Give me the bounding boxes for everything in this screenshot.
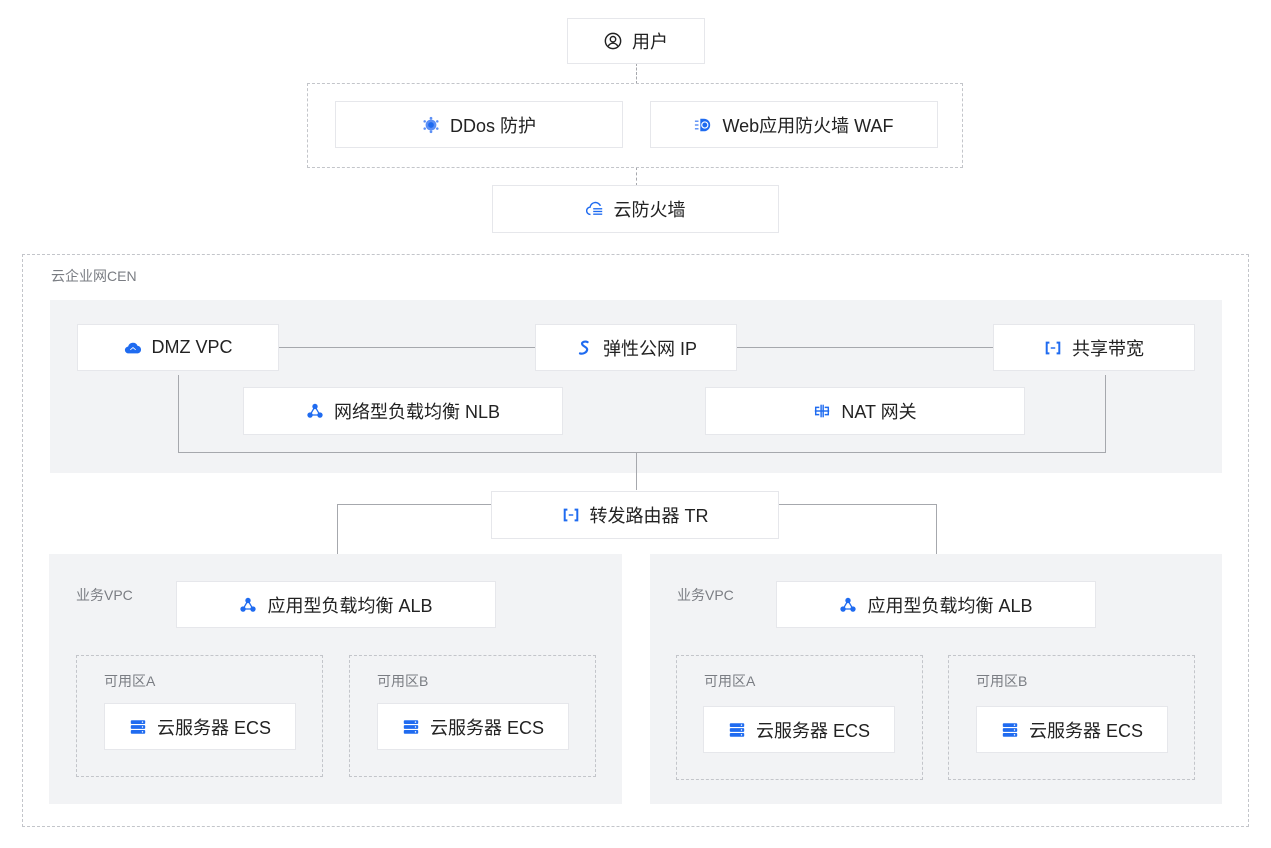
connector-dmz-down — [178, 375, 179, 452]
connector-user-protection — [636, 63, 637, 84]
load-balancer-icon — [239, 596, 257, 614]
connector-tr-right — [936, 504, 937, 555]
waf-icon — [694, 116, 712, 134]
bandwidth-label: 共享带宽 — [1072, 338, 1144, 359]
server-icon — [129, 718, 147, 736]
tr-node[interactable]: 转发路由器 TR — [491, 491, 779, 539]
server-icon — [402, 718, 420, 736]
zone-b-1-title: 可用区B — [377, 673, 429, 689]
connector-dmz-bus — [178, 452, 1106, 453]
connector-eip-bandwidth — [736, 347, 993, 348]
ecs-label: 云服务器 ECS — [1028, 720, 1143, 741]
zone-a-2-title: 可用区A — [704, 673, 756, 689]
bracket-icon — [562, 506, 580, 524]
user-label: 用户 — [632, 32, 668, 52]
alb-node-2[interactable]: 应用型负载均衡 ALB — [776, 581, 1096, 628]
connector-protection-firewall — [636, 167, 637, 186]
eip-icon — [575, 339, 593, 357]
nlb-node[interactable]: 网络型负载均衡 NLB — [243, 387, 563, 435]
connector-bandwidth-down — [1105, 375, 1106, 452]
ecs-node[interactable]: 云服务器 ECS — [377, 703, 569, 750]
ecs-label: 云服务器 ECS — [755, 720, 870, 741]
connector-bus-tr — [636, 452, 637, 490]
ddos-label: DDos 防护 — [449, 115, 536, 136]
nat-node[interactable]: NAT 网关 — [705, 387, 1025, 435]
business-vpc-2-title: 业务VPC — [677, 587, 734, 603]
alb-label: 应用型负载均衡 ALB — [867, 595, 1033, 616]
zone-b-2-title: 可用区B — [976, 673, 1028, 689]
server-icon — [1001, 721, 1019, 739]
ecs-node[interactable]: 云服务器 ECS — [703, 706, 895, 753]
zone-a-1-title: 可用区A — [104, 673, 156, 689]
connector-tr-left — [337, 504, 338, 555]
waf-node[interactable]: Web应用防火墙 WAF — [650, 101, 938, 148]
ecs-label: 云服务器 ECS — [429, 717, 544, 738]
alb-node-1[interactable]: 应用型负载均衡 ALB — [176, 581, 496, 628]
cloud-vpc-icon — [124, 339, 142, 357]
cloud-firewall-label: 云防火墙 — [613, 200, 686, 220]
nat-label: NAT 网关 — [841, 402, 917, 422]
nlb-label: 网络型负载均衡 NLB — [333, 402, 501, 422]
business-vpc-1-title: 业务VPC — [76, 587, 133, 603]
server-icon — [728, 721, 746, 739]
cen-title: 云企业网CEN — [51, 268, 137, 284]
bandwidth-node[interactable]: 共享带宽 — [993, 324, 1195, 371]
load-balancer-icon — [306, 402, 324, 420]
dmz-vpc-node[interactable]: DMZ VPC — [77, 324, 279, 371]
connector-dmz-eip — [279, 347, 536, 348]
user-circle-icon — [604, 32, 622, 50]
dmz-vpc-label: DMZ VPC — [151, 337, 233, 357]
alb-label: 应用型负载均衡 ALB — [267, 595, 433, 616]
ddos-node[interactable]: DDos 防护 — [335, 101, 623, 148]
load-balancer-icon — [839, 596, 857, 614]
cloud-firewall-node[interactable]: 云防火墙 — [492, 185, 779, 233]
user-node[interactable]: 用户 — [567, 18, 705, 64]
eip-node[interactable]: 弹性公网 IP — [535, 324, 737, 371]
bracket-icon — [1044, 339, 1062, 357]
eip-label: 弹性公网 IP — [602, 338, 697, 359]
nat-gateway-icon — [813, 402, 831, 420]
ecs-node[interactable]: 云服务器 ECS — [104, 703, 296, 750]
ecs-label: 云服务器 ECS — [156, 717, 271, 738]
waf-label: Web应用防火墙 WAF — [722, 115, 894, 136]
cloud-firewall-icon — [585, 200, 604, 218]
ddos-shield-icon — [422, 116, 440, 134]
tr-label: 转发路由器 TR — [589, 506, 709, 526]
ecs-node[interactable]: 云服务器 ECS — [976, 706, 1168, 753]
